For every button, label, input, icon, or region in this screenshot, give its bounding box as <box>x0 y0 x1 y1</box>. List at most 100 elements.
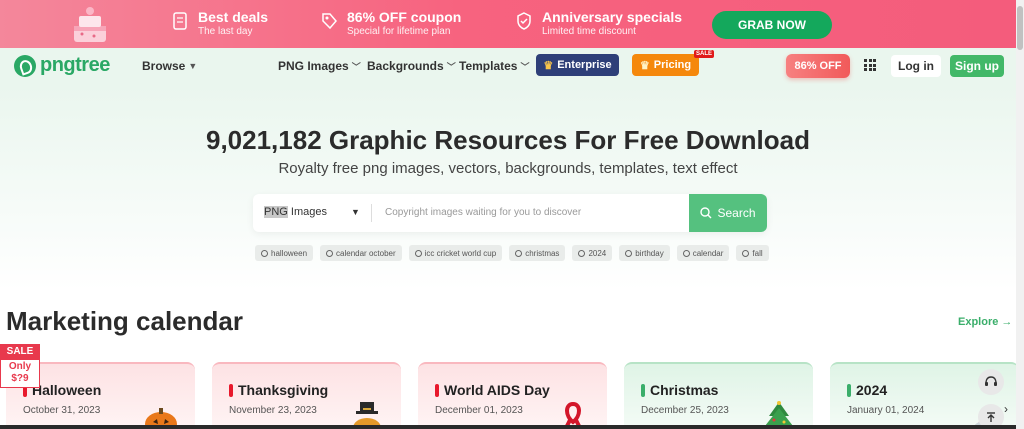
search-type-select[interactable]: PNG Images <box>264 206 327 218</box>
promo-banner[interactable]: Best deals The last day 86% OFF coupon S… <box>0 0 1016 48</box>
deal-coupon[interactable]: 86% OFF coupon Special for lifetime plan <box>321 9 461 39</box>
search-tag[interactable]: 2024 <box>572 245 613 261</box>
calendar-card-christmas[interactable]: Christmas December 25, 2023 <box>624 362 813 429</box>
search-tag[interactable]: calendar <box>676 245 730 261</box>
card-title: Christmas <box>650 382 719 398</box>
caret-down-icon[interactable]: ▼ <box>351 207 360 217</box>
chevron-down-icon: ﹀ <box>351 61 361 72</box>
page-title: 9,021,182 Graphic Resources For Free Dow… <box>205 125 810 155</box>
search-tag-label: halloween <box>271 248 308 258</box>
calendar-card-world-aids-day[interactable]: World AIDS Day December 01, 2023 <box>418 362 607 429</box>
deal-anniversary[interactable]: Anniversary specials Limited time discou… <box>516 9 682 39</box>
card-date: December 01, 2023 <box>435 405 523 416</box>
bottom-edge <box>0 425 1016 429</box>
discount-button[interactable]: 86% OFF <box>786 54 850 78</box>
sale-badge-line1: Only <box>8 361 32 372</box>
headset-icon <box>985 376 997 386</box>
hero-section: 9,021,182 Graphic Resources For Free Dow… <box>0 84 1016 290</box>
search-tag[interactable]: halloween <box>255 245 314 261</box>
search-icon <box>261 249 268 257</box>
deal-best-deals[interactable]: Best deals The last day <box>172 9 268 39</box>
sale-badge-line2: $?9 <box>11 373 29 384</box>
customer-support-button[interactable] <box>978 369 1004 395</box>
shield-check-icon <box>517 12 531 30</box>
search-tag-label: 2024 <box>588 248 607 258</box>
card-title: Thanksgiving <box>238 382 329 398</box>
page-subtitle: Royalty free png images, vectors, backgr… <box>278 160 738 177</box>
nav-link-label: Templates <box>459 59 518 73</box>
search-icon <box>326 249 334 257</box>
nav-link-png-images[interactable]: PNG Images ﹀ <box>278 59 361 73</box>
birthday-cake-icon <box>74 7 106 42</box>
search-tag[interactable]: christmas <box>509 245 566 261</box>
tag-icon <box>322 13 337 30</box>
card-date: December 25, 2023 <box>641 405 729 416</box>
search-button-label: Search <box>717 206 756 220</box>
browse-menu[interactable]: Browse ▼ <box>142 59 197 73</box>
section-title: Marketing calendar <box>6 306 243 336</box>
search-tag-label: fall <box>752 248 763 258</box>
carousel-next-icon[interactable]: › <box>1004 402 1008 416</box>
deal-title: 86% OFF coupon <box>347 9 462 25</box>
card-title: World AIDS Day <box>444 382 550 398</box>
card-accent-bar <box>641 384 645 397</box>
card-title: 2024 <box>856 382 888 398</box>
search-type-highlight: PNG <box>264 206 288 218</box>
crown-icon: ♛ <box>639 59 650 72</box>
card-date: January 01, 2024 <box>847 405 925 416</box>
search-tag-label: calendar <box>692 248 724 258</box>
deal-title: Best deals <box>198 9 269 25</box>
card-title: Halloween <box>32 382 102 398</box>
search-icon <box>414 249 422 257</box>
nav-link-label: PNG Images <box>278 59 349 73</box>
signup-button[interactable]: Sign up <box>950 55 1004 77</box>
search-divider <box>371 204 372 222</box>
page-scrollbar[interactable] <box>1016 0 1024 429</box>
enterprise-label: Enterprise <box>557 59 612 71</box>
search-tag-label: birthday <box>635 248 664 258</box>
nav-link-templates[interactable]: Templates ﹀ <box>459 59 529 73</box>
chevron-down-icon: ﹀ <box>446 61 456 72</box>
explore-link[interactable]: Explore → <box>958 316 1012 328</box>
scrollbar-thumb[interactable] <box>1017 6 1023 50</box>
search-icon <box>700 207 712 219</box>
grab-now-button[interactable]: GRAB NOW <box>712 11 832 39</box>
arrow-right-icon: → <box>1001 316 1013 328</box>
search-input[interactable]: Copyright images waiting for you to disc… <box>385 207 581 218</box>
pricing-button[interactable]: ♛ Pricing <box>632 54 699 76</box>
search-suggestion-tags: halloween calendar october icc cricket wor… <box>255 245 769 261</box>
search-icon <box>625 249 633 257</box>
caret-down-icon: ▼ <box>188 61 198 71</box>
browse-label: Browse <box>142 59 186 73</box>
search-icon <box>742 249 750 257</box>
sale-price-badge[interactable]: SALE Only $?9 <box>0 344 40 388</box>
card-accent-bar <box>229 384 233 397</box>
search-tag-label: calendar october <box>336 248 396 258</box>
crown-icon: ♛ <box>543 59 554 72</box>
search-tag[interactable]: icc cricket world cup <box>408 245 503 261</box>
pngtree-logo[interactable]: pngtree <box>14 54 110 77</box>
card-accent-bar <box>435 384 439 397</box>
login-button[interactable]: Log in <box>891 55 941 77</box>
calendar-card-thanksgiving[interactable]: Thanksgiving November 23, 2023 <box>212 362 401 429</box>
nav-link-backgrounds[interactable]: Backgrounds ﹀ <box>367 59 456 73</box>
sale-badge-price: Only $?9 <box>0 359 40 388</box>
sale-badge-label: SALE <box>0 344 40 359</box>
apps-grid-icon[interactable] <box>864 59 876 71</box>
search-icon <box>578 249 586 257</box>
pricing-sale-badge: SALE <box>694 50 715 58</box>
enterprise-button[interactable]: ♛ Enterprise <box>536 54 619 76</box>
ticket-icon <box>173 12 187 30</box>
search-tag[interactable]: calendar october <box>320 245 402 261</box>
card-accent-bar <box>847 384 851 397</box>
search-icon <box>682 249 690 257</box>
search-tag[interactable]: fall <box>736 245 769 261</box>
logo-mark-icon <box>14 54 36 77</box>
search-tag[interactable]: birthday <box>619 245 670 261</box>
search-button[interactable]: Search <box>689 194 767 232</box>
deal-subtitle: The last day <box>198 26 253 37</box>
search-tag-label: icc cricket world cup <box>424 248 497 258</box>
search-tag-label: christmas <box>525 248 560 258</box>
search-bar: PNG Images ▼ Copyright images waiting fo… <box>253 194 767 232</box>
nav-link-label: Backgrounds <box>367 59 444 73</box>
